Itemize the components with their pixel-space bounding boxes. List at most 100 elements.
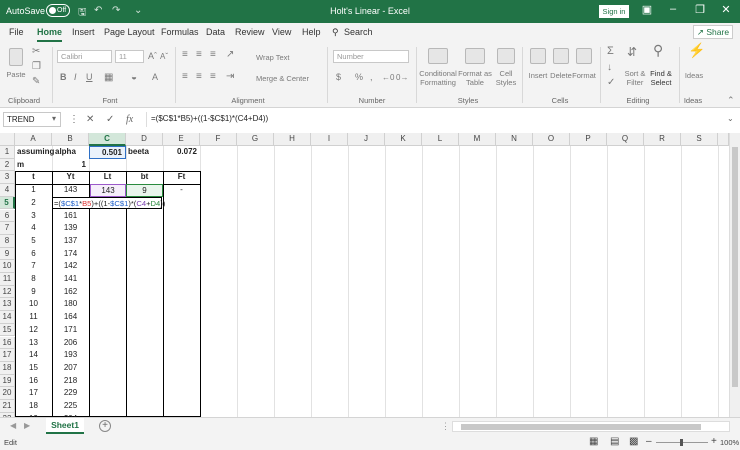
cell-C1[interactable]: 0.501 [89, 146, 126, 159]
row-header-13[interactable]: 13 [0, 298, 15, 312]
cut-icon[interactable]: ✂ [32, 47, 40, 57]
select-all-corner[interactable] [0, 133, 15, 146]
format-cells-button[interactable]: Format [570, 71, 598, 80]
search-box[interactable]: Search [344, 27, 373, 37]
prev-sheet-icon[interactable]: ◀ [10, 421, 16, 430]
new-sheet-icon[interactable]: + [99, 420, 111, 432]
column-header-F[interactable]: F [200, 133, 237, 146]
copy-icon[interactable]: ❐ [32, 62, 41, 72]
row-header-9[interactable]: 9 [0, 247, 15, 261]
table-row-yt[interactable]: 161 [52, 210, 89, 223]
cell-D1[interactable]: beeta [128, 146, 163, 159]
worksheet-grid[interactable]: A B C D E F G H I J K L M N O P Q R S 1 … [0, 133, 740, 417]
column-header-S[interactable]: S [681, 133, 718, 146]
column-header-I[interactable]: I [311, 133, 348, 146]
cell-E1[interactable]: 0.072 [163, 146, 200, 159]
conditional-formatting-button[interactable]: Conditional Formatting [419, 69, 457, 87]
formula-input[interactable]: =($C$1*B5)+((1-$C$1)*(C4+D4)) [146, 112, 736, 127]
insert-cells-icon[interactable] [530, 48, 546, 64]
format-painter-icon[interactable]: ✎ [32, 77, 40, 87]
table-row-yt[interactable]: 171 [52, 324, 89, 337]
vertical-scrollbar[interactable] [729, 133, 740, 417]
orientation-icon[interactable]: ↗ [226, 50, 234, 60]
row-header-16[interactable]: 16 [0, 336, 15, 350]
delete-cells-icon[interactable] [553, 48, 569, 64]
tab-page-layout[interactable]: Page Layout [104, 27, 155, 37]
row-header-8[interactable]: 8 [0, 234, 15, 248]
align-bottom-icon[interactable]: ≡ [210, 50, 216, 60]
fill-icon[interactable]: ↓ [607, 63, 612, 73]
format-as-table-icon[interactable] [465, 48, 485, 64]
row-header-19[interactable]: 19 [0, 374, 15, 388]
tab-review[interactable]: Review [235, 27, 265, 37]
align-left-icon[interactable]: ≡ [182, 72, 188, 82]
table-row-t[interactable]: 3 [15, 210, 52, 223]
align-middle-icon[interactable]: ≡ [196, 50, 202, 60]
table-row-t[interactable]: 16 [15, 375, 52, 388]
cell-B2[interactable]: 1 [52, 159, 89, 172]
table-row-yt[interactable]: 137 [52, 235, 89, 248]
table-row-t[interactable]: 6 [15, 248, 52, 261]
zoom-slider[interactable] [656, 439, 708, 446]
tab-file[interactable]: File [9, 27, 24, 37]
header-bt[interactable]: bt [126, 171, 163, 184]
decrease-decimal-icon[interactable]: 0→ [396, 73, 408, 82]
number-format-box[interactable]: Number [333, 50, 409, 63]
table-row-yt[interactable]: 225 [52, 400, 89, 413]
confirm-entry-icon[interactable]: ✓ [106, 114, 114, 125]
minimize-icon[interactable]: – [663, 3, 683, 15]
row-header-15[interactable]: 15 [0, 323, 15, 337]
row-header-6[interactable]: 6 [0, 209, 15, 223]
column-header-C[interactable]: C [89, 133, 126, 146]
column-header-R[interactable]: R [644, 133, 681, 146]
row-header-7[interactable]: 7 [0, 222, 15, 235]
column-header-M[interactable]: M [459, 133, 496, 146]
header-t[interactable]: t [15, 171, 52, 184]
sign-in-button[interactable]: Sign in [599, 5, 629, 18]
ideas-icon[interactable]: ⚡ [688, 43, 705, 57]
column-header-G[interactable]: G [237, 133, 274, 146]
table-row-yt[interactable]: 206 [52, 337, 89, 350]
vertical-scroll-thumb[interactable] [732, 147, 738, 387]
column-header-N[interactable]: N [496, 133, 533, 146]
tab-insert[interactable]: Insert [72, 27, 95, 37]
italic-icon[interactable]: I [74, 73, 77, 82]
column-header-P[interactable]: P [570, 133, 607, 146]
column-header-A[interactable]: A [15, 133, 52, 146]
autosum-icon[interactable]: Σ [607, 46, 614, 57]
column-header-L[interactable]: L [422, 133, 459, 146]
bold-icon[interactable]: B [60, 73, 67, 82]
table-row-yt[interactable]: 142 [52, 260, 89, 273]
table-row-yt[interactable]: 174 [52, 248, 89, 261]
tab-view[interactable]: View [272, 27, 291, 37]
column-header-K[interactable]: K [385, 133, 422, 146]
indent-icon[interactable]: ⇥ [226, 72, 234, 82]
cell-styles-button[interactable]: Cell Styles [492, 69, 520, 87]
normal-view-icon[interactable]: ▦ [589, 436, 598, 447]
table-row-t[interactable]: 12 [15, 324, 52, 337]
expand-formula-bar-icon[interactable]: ⌄ [727, 114, 734, 123]
column-header-E[interactable]: E [163, 133, 200, 146]
table-row-t[interactable]: 18 [15, 400, 52, 413]
align-top-icon[interactable]: ≡ [182, 50, 188, 60]
row-header-10[interactable]: 10 [0, 260, 15, 273]
font-name-box[interactable]: Calibri [57, 50, 112, 63]
column-header-D[interactable]: D [126, 133, 163, 146]
table-row-t[interactable]: 17 [15, 387, 52, 400]
table-row-t[interactable]: 14 [15, 349, 52, 362]
cell-A5[interactable]: 2 [15, 197, 52, 210]
ideas-button[interactable]: Ideas [680, 71, 708, 80]
cell-A2[interactable]: m [17, 159, 52, 172]
table-row-t[interactable]: 5 [15, 235, 52, 248]
font-color-icon[interactable]: A [152, 73, 158, 82]
table-row-yt[interactable]: 164 [52, 311, 89, 324]
clear-icon[interactable]: ✓ [607, 78, 615, 88]
table-row-yt[interactable]: 180 [52, 298, 89, 311]
tab-home[interactable]: Home [37, 27, 63, 42]
table-row-t[interactable]: 9 [15, 286, 52, 299]
formula-bar-options-icon[interactable]: ⋮ [69, 114, 79, 125]
cell-D4[interactable]: 9 [126, 184, 163, 197]
fill-color-icon[interactable]: ◒ [131, 73, 137, 83]
paste-icon[interactable] [9, 48, 23, 66]
table-row-yt[interactable]: 141 [52, 273, 89, 286]
